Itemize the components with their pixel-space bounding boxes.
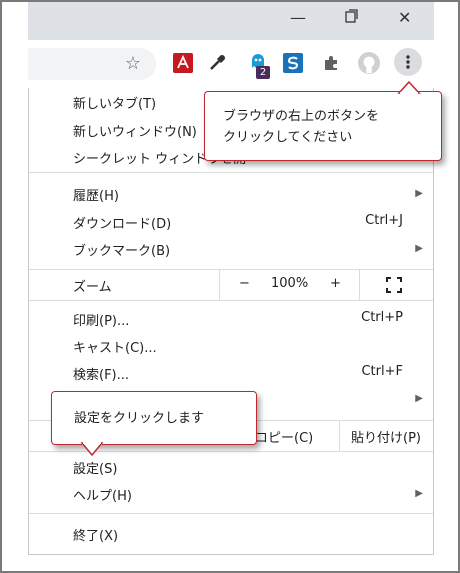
menu-item-new-tab[interactable]: 新しいタブ(T) — [73, 93, 156, 112]
zoom-label: ズーム — [73, 280, 112, 295]
edit-divider — [339, 421, 340, 451]
menu-item-help[interactable]: ヘルプ(H) — [73, 485, 132, 504]
submenu-arrow-icon: ▶ — [415, 243, 423, 254]
minimize-icon[interactable]: — — [290, 8, 306, 27]
print-shortcut: Ctrl+P — [361, 310, 403, 325]
pdf-extension-icon[interactable] — [172, 52, 194, 74]
puzzle-icon[interactable] — [320, 52, 342, 74]
callout-top-pointer — [397, 80, 421, 94]
zoom-divider — [219, 270, 220, 300]
menu-item-cast[interactable]: キャスト(C)... — [73, 337, 157, 356]
copy-button[interactable]: コピー(C) — [255, 427, 313, 446]
eyedropper-icon[interactable] — [206, 52, 228, 74]
menu-item-settings[interactable]: 設定(S) — [73, 458, 117, 477]
callout-top-line1: ブラウザの右上のボタンを — [223, 109, 380, 124]
star-icon[interactable]: ☆ — [122, 52, 144, 74]
paste-button[interactable]: 貼り付け(P) — [351, 427, 421, 446]
menu-divider — [29, 172, 433, 173]
callout-top: ブラウザの右上のボタンを クリックしてください — [204, 91, 442, 161]
callout-bottom-text: 設定をクリックします — [74, 411, 205, 426]
menu-item-print[interactable]: 印刷(P)... — [73, 310, 129, 329]
zoom-in-button[interactable]: + — [330, 276, 341, 291]
zoom-value: 100% — [271, 276, 309, 291]
submenu-arrow-icon: ▶ — [415, 488, 423, 499]
menu-item-bookmarks[interactable]: ブックマーク(B) — [73, 240, 170, 259]
menu-item-new-window[interactable]: 新しいウィンドウ(N) — [73, 121, 197, 140]
menu-item-find[interactable]: 検索(F)... — [73, 364, 129, 383]
zoom-divider — [359, 270, 360, 300]
s-extension-icon[interactable] — [282, 52, 304, 74]
fullscreen-icon[interactable] — [386, 277, 402, 297]
zoom-row: ズーム − 100% + — [29, 269, 433, 301]
extension-badge: 2 — [256, 66, 270, 79]
maximize-icon[interactable] — [344, 8, 358, 27]
callout-top-line2: クリックしてください — [223, 130, 353, 145]
menu-divider — [29, 513, 433, 514]
menu-item-history[interactable]: 履歴(H) — [73, 185, 119, 204]
zoom-out-button[interactable]: − — [239, 276, 250, 291]
browser-toolbar: ☆ 2 — [28, 40, 434, 88]
menu-item-exit[interactable]: 終了(X) — [73, 525, 118, 544]
callout-bottom-pointer — [80, 442, 104, 457]
callout-bottom: 設定をクリックします — [51, 391, 257, 445]
find-shortcut: Ctrl+F — [361, 364, 403, 379]
menu-item-downloads[interactable]: ダウンロード(D) — [73, 213, 171, 232]
title-bar: — ✕ — [28, 2, 434, 40]
submenu-arrow-icon: ▶ — [415, 188, 423, 199]
close-icon[interactable]: ✕ — [398, 8, 411, 27]
submenu-arrow-icon: ▶ — [415, 393, 423, 404]
menu-button[interactable] — [394, 48, 422, 76]
downloads-shortcut: Ctrl+J — [365, 213, 403, 228]
kebab-menu-icon — [406, 55, 410, 69]
profile-avatar-icon[interactable] — [358, 52, 380, 74]
